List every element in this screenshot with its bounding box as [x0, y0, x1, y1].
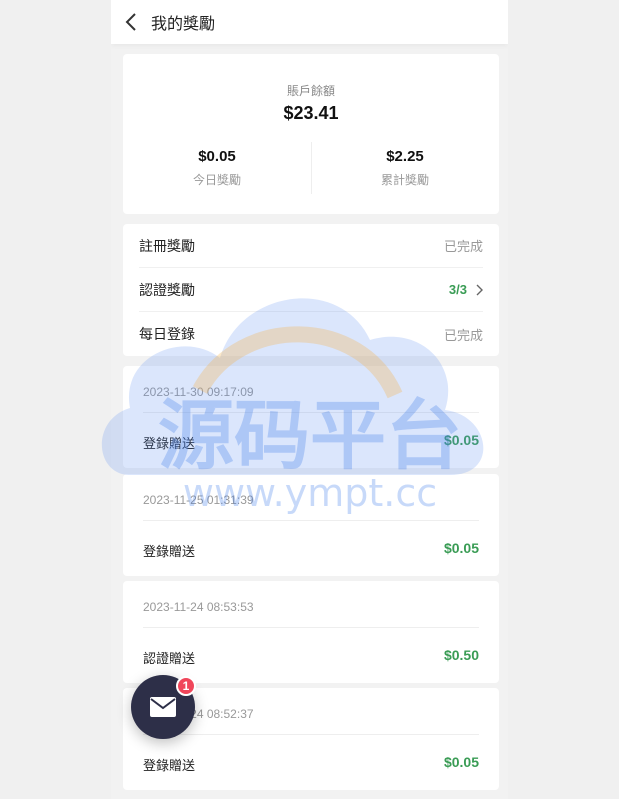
divider: [143, 734, 479, 735]
today-reward-label: 今日獎勵: [192, 173, 241, 187]
record-type: 登錄贈送: [143, 758, 196, 773]
balance-card: 賬戶餘額 $23.41 $0.05 今日獎勵 $2.25 累計獎勵: [123, 54, 499, 214]
record-amount: $0.05: [443, 432, 479, 448]
record-amount: $0.05: [443, 540, 479, 556]
total-reward: $2.25 累計獎勵: [311, 148, 499, 188]
task-progress-value: 3/3: [448, 282, 467, 297]
balance-value: $23.41: [283, 103, 339, 123]
chevron-right-icon: [476, 284, 483, 295]
balance-label: 賬戶餘額: [286, 84, 335, 98]
back-button[interactable]: [121, 11, 141, 33]
task-register: 註冊獎勵 已完成: [139, 224, 483, 268]
record-type: 登錄贈送: [143, 544, 196, 559]
record-date: 2023-11-24 08:53:53: [143, 600, 254, 614]
divider: [143, 412, 479, 413]
record-date: 2023-11-25 01:31:39: [143, 493, 254, 507]
task-progress: 3/3: [449, 282, 483, 297]
task-status: 已完成: [443, 239, 483, 254]
notification-badge: 1: [176, 676, 196, 696]
list-item: 2023-11-24 08:53:53 認證贈送 $0.50: [123, 581, 499, 683]
divider: [143, 627, 479, 628]
task-name: 認證獎勵: [139, 281, 195, 298]
list-item: 2023-11-25 01:31:39 登錄贈送 $0.05: [123, 474, 499, 576]
record-type: 登錄贈送: [143, 436, 196, 451]
today-reward: $0.05 今日獎勵: [123, 148, 311, 188]
record-amount: $0.50: [443, 647, 479, 663]
task-name: 每日登錄: [139, 326, 195, 342]
today-reward-value: $0.05: [198, 148, 236, 165]
chevron-left-icon: [125, 13, 136, 31]
total-reward-value: $2.25: [386, 148, 424, 165]
record-type: 認證贈送: [143, 651, 196, 666]
record-date: 2023-11-30 09:17:09: [143, 385, 254, 399]
task-verify[interactable]: 認證獎勵 3/3: [139, 268, 483, 312]
task-list: 註冊獎勵 已完成 認證獎勵 3/3 每日登錄 已完成: [123, 224, 499, 356]
divider: [143, 520, 479, 521]
mail-icon: [150, 697, 176, 717]
task-status: 已完成: [443, 327, 483, 343]
list-item: 2023-11-30 09:17:09 登錄贈送 $0.05: [123, 366, 499, 468]
page-title: 我的獎勵: [151, 16, 216, 33]
record-amount: $0.05: [443, 754, 479, 770]
total-reward-label: 累計獎勵: [380, 173, 429, 187]
task-daily-login: 每日登錄 已完成: [139, 312, 483, 356]
header: 我的獎勵: [111, 0, 508, 44]
task-name: 註冊獎勵: [139, 237, 195, 254]
